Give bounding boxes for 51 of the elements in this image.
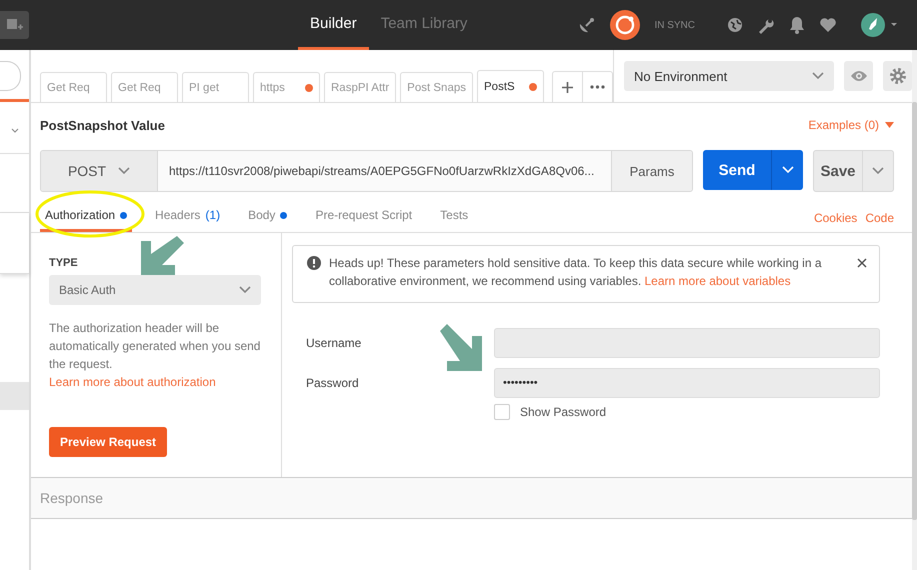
request-tab[interactable]: Get Req [111,72,178,102]
scrollbar-thumb[interactable] [912,102,917,520]
search-field[interactable] [0,61,21,91]
alert-text: Heads up! These parameters hold sensitive data. To keep this data secure while working in a collaborative environment, we recommend using variables. Learn more about variables [329,255,823,290]
request-tab[interactable]: RaspPI Attr [324,72,396,102]
checkbox[interactable] [494,404,510,420]
annotation-arrow [440,324,482,371]
environment-dropdown[interactable]: No Environment [624,61,834,91]
request-tab[interactable]: PostS [477,70,544,102]
annotation-arrow [141,236,184,275]
request-section-tab[interactable]: Authorization [40,201,132,232]
settings-icon[interactable] [883,61,912,91]
link[interactable]: Code [865,211,894,225]
link[interactable]: Cookies [814,211,858,225]
new-button[interactable] [0,11,29,39]
caret-icon [812,72,824,80]
nav-tab[interactable]: Team Library [368,0,480,50]
bell-icon[interactable] [789,16,805,34]
sync-status: IN SYNC [654,20,695,30]
wrench-icon[interactable] [757,16,775,34]
request-section-tab[interactable]: Pre-request Script [310,201,418,232]
request-tab[interactable]: PI get [182,72,249,102]
input-field[interactable] [494,328,880,358]
request-section-tab[interactable]: Tests [435,201,474,232]
exclamation-icon [307,256,321,270]
request-tab[interactable]: Post Snaps [400,72,473,102]
field-label: Username [306,336,362,350]
request-section-tab[interactable]: Body [243,201,292,232]
response-title: Response [31,478,912,519]
satellite-icon[interactable] [578,16,596,34]
caret-icon [885,122,894,128]
auth-type-dropdown[interactable]: Basic Auth [49,275,261,305]
auth-description: The authorization header will be automatically generated when you send the request. Learn more about authorization [49,320,261,391]
input-field[interactable]: ••••••••• [494,368,880,398]
globe-icon[interactable] [727,17,743,33]
sync-icon[interactable] [610,10,640,40]
close-icon[interactable] [857,258,867,268]
field-label: Password [306,376,360,390]
avatar-icon[interactable] [861,13,899,37]
learn-more-link[interactable]: Learn more about variables [644,274,791,288]
examples-link[interactable]: Examples (0) [808,118,894,132]
learn-more-link[interactable]: Learn more about authorization [49,375,216,389]
request-tab[interactable]: Get Req [40,72,107,102]
heart-icon[interactable] [819,17,837,33]
preview-request-button[interactable]: Preview Request [49,427,168,457]
request-name: PostSnapshot Value [40,118,165,132]
type-label: TYPE [49,257,79,269]
request-section-tab[interactable]: Headers (1) [150,201,226,232]
checkbox-label: Show Password [520,405,606,419]
caret-icon [239,286,251,294]
request-tab[interactable]: https [253,72,320,102]
